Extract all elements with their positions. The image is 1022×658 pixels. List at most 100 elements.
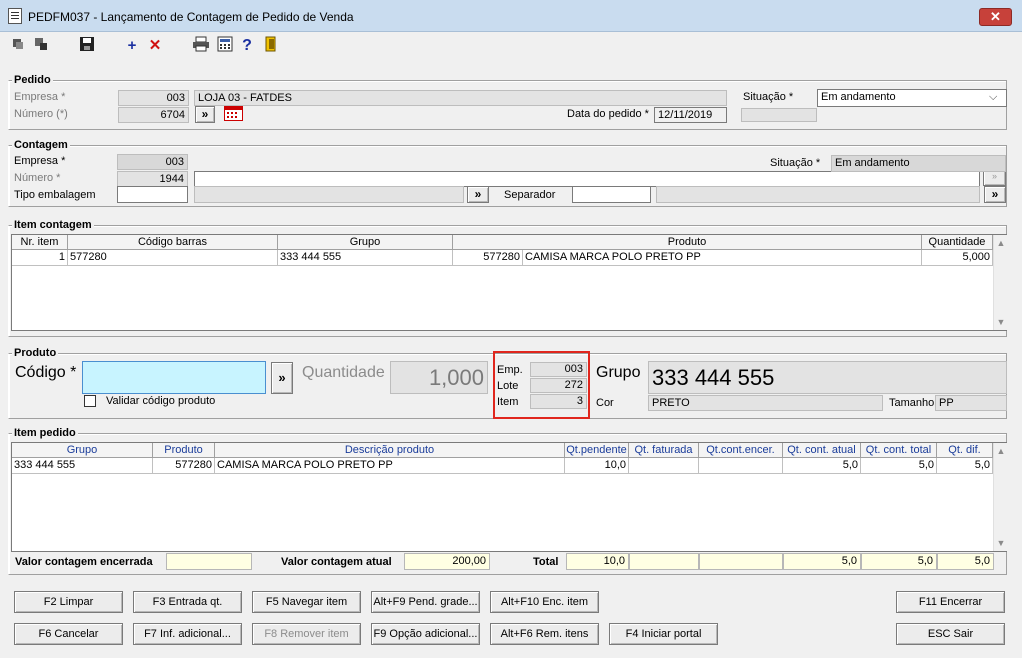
valor-atual-value: 200,00	[404, 553, 490, 570]
cell-produto: 577280	[153, 458, 215, 474]
valor-encerrada-value	[166, 553, 252, 570]
validar-checkbox[interactable]	[84, 395, 96, 407]
f2-limpar-button[interactable]: F2 Limpar	[14, 591, 123, 613]
cell-quantidade: 5,000	[922, 250, 993, 266]
contagem-legend: Contagem	[12, 139, 70, 151]
col-qt-dif[interactable]: Qt. dif.	[937, 443, 993, 458]
pedido-legend: Pedido	[12, 74, 53, 86]
contagem-disabled-button: »	[983, 170, 1006, 186]
f4-iniciar-portal-button[interactable]: F4 Iniciar portal	[609, 623, 718, 645]
item-value: 3	[530, 394, 587, 409]
pedido-numero-label: Número (*)	[14, 108, 68, 120]
f11-encerrar-button[interactable]: F11 Encerrar	[896, 591, 1005, 613]
alt-f6-rem-itens-button[interactable]: Alt+F6 Rem. itens	[490, 623, 599, 645]
col-qt-faturada[interactable]: Qt. faturada	[629, 443, 699, 458]
chevron-down-icon[interactable]: ⌵	[989, 91, 997, 104]
contagem-empresa-label: Empresa *	[14, 155, 66, 167]
produto-cor-value: PRETO	[648, 395, 883, 411]
col-qt-cont-encer[interactable]: Qt.cont.encer.	[699, 443, 783, 458]
contagem-separador-input[interactable]	[572, 186, 651, 203]
cell-qt-pendente: 10,0	[565, 458, 629, 474]
produto-grupo-label: Grupo	[596, 364, 641, 381]
cell-produto-desc: CAMISA MARCA POLO PRETO PP	[523, 250, 922, 266]
pedido-data-value: 12/11/2019	[654, 107, 727, 123]
col-grupo[interactable]: Grupo	[12, 443, 153, 458]
f6-cancelar-button[interactable]: F6 Cancelar	[14, 623, 123, 645]
produto-codigo-input[interactable]	[82, 361, 266, 394]
col-qt-cont-atual[interactable]: Qt. cont. atual	[783, 443, 861, 458]
contagem-numero-value: 1944	[117, 171, 188, 187]
produto-nav-button[interactable]: »	[271, 362, 293, 394]
help-icon[interactable]: ?	[237, 36, 257, 56]
contagem-tipo-input[interactable]	[117, 186, 188, 203]
alt-f9-pend-grade-button[interactable]: Alt+F9 Pend. grade...	[371, 591, 480, 613]
nav-copy-icon[interactable]	[31, 36, 51, 56]
contagem-numero-label: Número *	[14, 172, 61, 184]
item-pedido-scrollbar[interactable]	[993, 443, 1009, 551]
calendar-icon[interactable]	[224, 106, 243, 121]
f7-inf-adicional-button[interactable]: F7 Inf. adicional...	[133, 623, 242, 645]
col-grupo[interactable]: Grupo	[278, 235, 453, 250]
pedido-situacao-extra	[741, 108, 817, 122]
pedido-situacao-value: Em andamento	[821, 91, 896, 103]
pedido-situacao-label: Situação *	[743, 91, 794, 103]
alt-f10-enc-item-button[interactable]: Alt+F10 Enc. item	[490, 591, 599, 613]
produto-quantidade-label: Quantidade	[302, 364, 385, 381]
cell-codigo-barras: 577280	[68, 250, 278, 266]
pedido-empresa-name: LOJA 03 - FATDES	[194, 90, 727, 106]
contagem-separador-desc	[656, 186, 980, 203]
nav-first-icon[interactable]	[8, 36, 28, 56]
exit-icon[interactable]	[261, 36, 281, 56]
valor-encerrada-label: Valor contagem encerrada	[15, 556, 153, 568]
item-contagem-legend: Item contagem	[12, 219, 94, 231]
cell-qt-cont-total: 5,0	[861, 458, 937, 474]
f3-entrada-button[interactable]: F3 Entrada qt.	[133, 591, 242, 613]
delete-icon[interactable]: ✕	[145, 36, 165, 56]
contagem-empresa-code: 003	[117, 154, 188, 170]
contagem-tipo-nav-button[interactable]: »	[467, 186, 489, 203]
cell-qt-faturada	[629, 458, 699, 474]
contagem-separador-nav-button[interactable]: »	[984, 186, 1006, 203]
total-qt-cont-encer	[699, 553, 783, 570]
emp-value: 003	[530, 362, 587, 377]
col-produto[interactable]: Produto	[453, 235, 922, 250]
col-descricao-produto[interactable]: Descrição produto	[215, 443, 565, 458]
total-qt-pendente: 10,0	[566, 553, 629, 570]
produto-cor-label: Cor	[596, 397, 614, 409]
pedido-situacao-select[interactable]: Em andamento	[817, 89, 1007, 107]
item-pedido-legend: Item pedido	[12, 427, 78, 439]
cell-qt-cont-atual: 5,0	[783, 458, 861, 474]
calculator-icon[interactable]	[215, 36, 235, 56]
col-quantidade[interactable]: Quantidade	[922, 235, 993, 250]
total-label: Total	[533, 556, 559, 568]
esc-sair-button[interactable]: ESC Sair	[896, 623, 1005, 645]
produto-codigo-label: Código *	[15, 364, 77, 381]
produto-tamanho-label: Tamanho	[889, 397, 935, 409]
produto-grupo-value: 333 444 555	[648, 361, 1007, 394]
col-produto[interactable]: Produto	[153, 443, 215, 458]
col-codigo-barras[interactable]: Código barras	[68, 235, 278, 250]
scroll-down-icon[interactable]: ▼	[993, 317, 1009, 327]
pedido-nav-button[interactable]: »	[195, 106, 215, 123]
scroll-up-icon[interactable]: ▲	[993, 446, 1009, 456]
item-contagem-scrollbar[interactable]	[993, 235, 1009, 330]
scroll-down-icon[interactable]: ▼	[993, 538, 1009, 548]
emp-label: Emp.	[497, 364, 523, 376]
contagem-descricao-input[interactable]	[194, 171, 980, 187]
valor-atual-label: Valor contagem atual	[281, 556, 392, 568]
contagem-situacao-value: Em andamento	[831, 155, 1006, 172]
scroll-up-icon[interactable]: ▲	[993, 238, 1009, 248]
col-qt-pendente[interactable]: Qt.pendente	[565, 443, 629, 458]
save-icon[interactable]	[77, 36, 97, 56]
f5-navegar-button[interactable]: F5 Navegar item	[252, 591, 361, 613]
col-qt-cont-total[interactable]: Qt. cont. total	[861, 443, 937, 458]
close-button[interactable]: ✕	[979, 8, 1012, 26]
add-icon[interactable]: +	[122, 36, 142, 56]
col-nr-item[interactable]: Nr. item	[12, 235, 68, 250]
cell-qt-cont-encer	[699, 458, 783, 474]
print-icon[interactable]	[191, 36, 211, 56]
f9-opcao-adicional-button[interactable]: F9 Opção adicional...	[371, 623, 480, 645]
produto-tamanho-value: PP	[935, 395, 1007, 411]
produto-quantidade-value: 1,000	[390, 361, 488, 394]
window-title: PEDFM037 - Lançamento de Contagem de Ped…	[28, 10, 354, 24]
